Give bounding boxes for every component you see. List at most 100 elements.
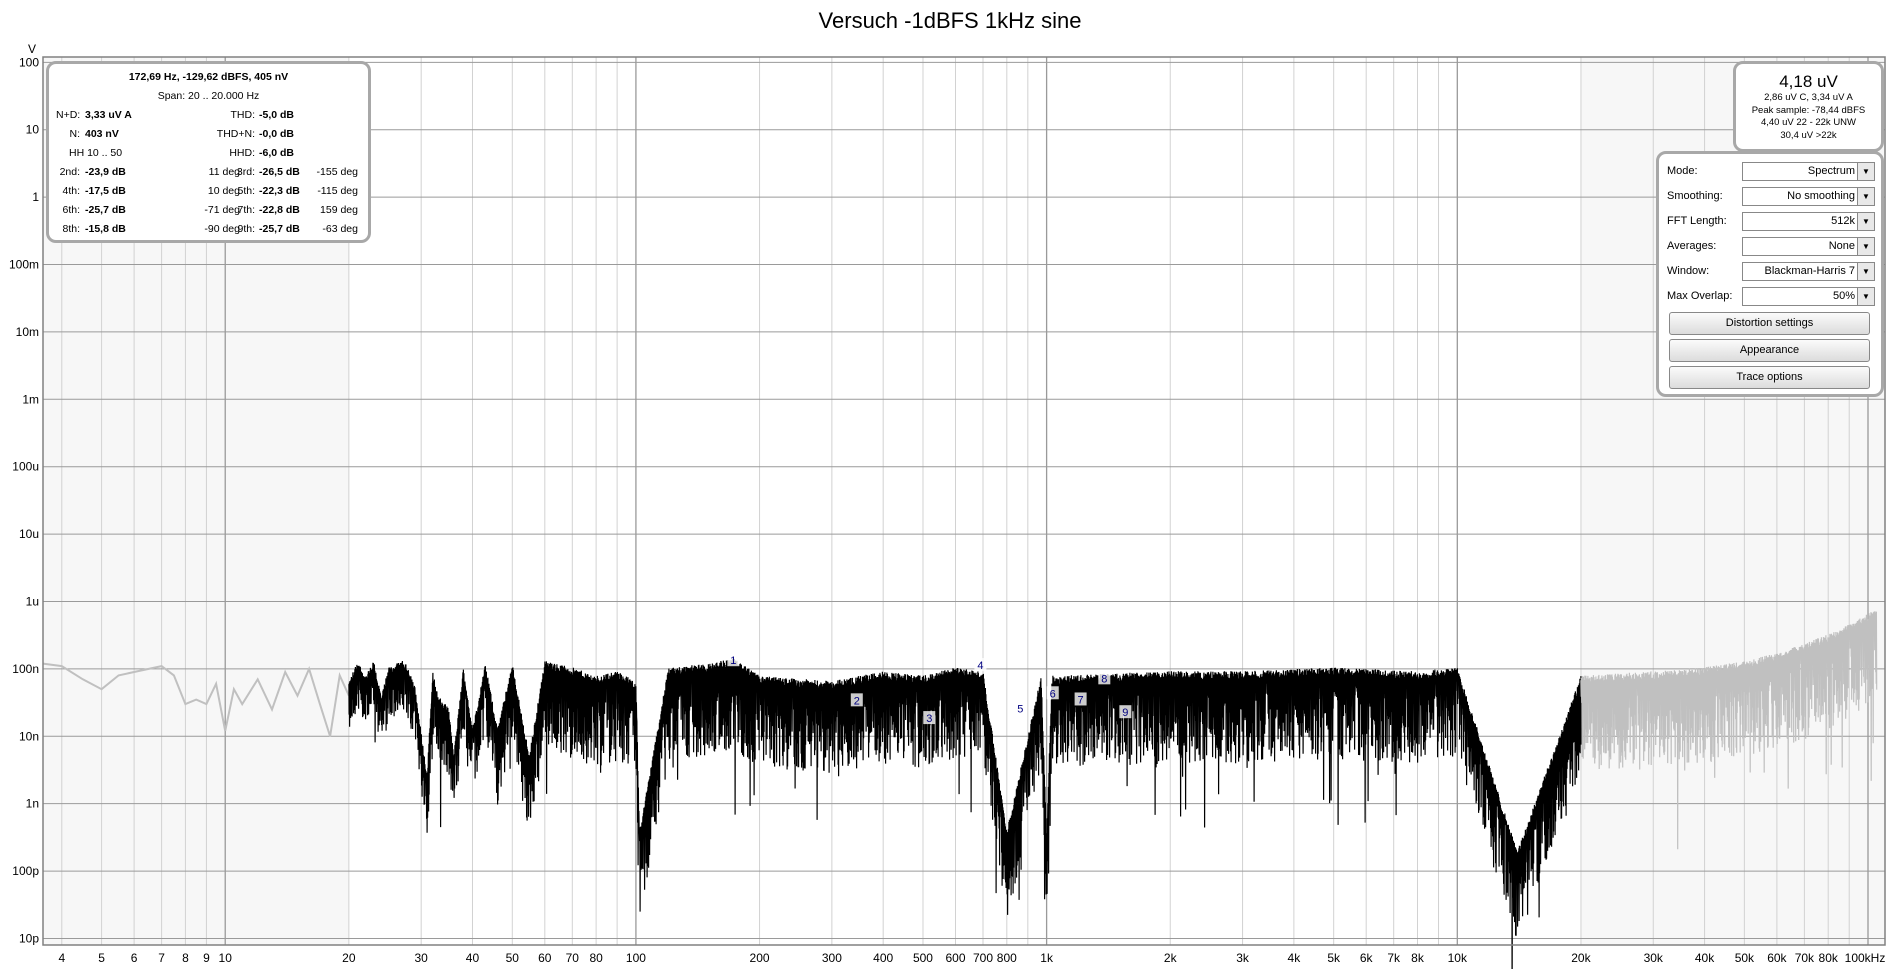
fft-length-select[interactable]: 512k ▼	[1742, 212, 1875, 231]
hh-label: HH 10 .. 50	[69, 147, 123, 159]
x-tick-label: 30k	[1644, 951, 1664, 965]
x-tick-label: 8	[182, 951, 189, 965]
harmonic-label: 7th:	[237, 204, 255, 216]
mode-select[interactable]: Spectrum ▼	[1742, 162, 1875, 181]
max-overlap-select[interactable]: 50% ▼	[1742, 287, 1875, 306]
x-tick-label: 7k	[1387, 951, 1401, 965]
span-readout: Span: 20 .. 20.000 Hz	[157, 90, 260, 102]
fft-length-label: FFT Length:	[1667, 215, 1727, 227]
x-tick-label: 70	[566, 951, 580, 965]
cursor-readout: 172,69 Hz, -129,62 dBFS, 405 nV	[128, 71, 289, 83]
x-tick-label: 60	[538, 951, 552, 965]
harmonic-marker-label: 8	[1101, 673, 1107, 685]
x-tick-label: 50	[506, 951, 520, 965]
chevron-down-icon[interactable]: ▼	[1857, 188, 1874, 205]
window-control: Window: Blackman-Harris 7 ▼	[1667, 261, 1877, 281]
harmonic-marker: 4	[974, 658, 987, 672]
harmonic-value: -22,3 dB	[259, 185, 300, 197]
smoothing-label: Smoothing:	[1667, 190, 1723, 202]
harmonic-marker-label: 3	[926, 713, 932, 725]
appearance-button[interactable]: Appearance	[1669, 339, 1870, 362]
harmonic-label: 3rd:	[236, 166, 255, 178]
harmonic-label: 6th:	[62, 204, 80, 216]
mode-label: Mode:	[1667, 165, 1698, 177]
harmonic-marker: 5	[1014, 701, 1027, 715]
chevron-down-icon[interactable]: ▼	[1857, 263, 1874, 280]
harmonic-phase: -115 deg	[317, 185, 358, 197]
harmonic-value: -17,5 dB	[85, 185, 126, 197]
x-tick-label: 50k	[1735, 951, 1755, 965]
x-tick-label: 7	[158, 951, 165, 965]
x-tick-label: 5	[98, 951, 105, 965]
chevron-down-icon[interactable]: ▼	[1857, 163, 1874, 180]
y-tick-label: 10	[26, 123, 40, 137]
max-overlap-control: Max Overlap: 50% ▼	[1667, 286, 1877, 306]
x-tick-label: 20k	[1571, 951, 1591, 965]
y-tick-label: 100u	[12, 460, 39, 474]
smoothing-value: No smoothing	[1787, 190, 1855, 202]
y-tick-label: 100	[19, 55, 39, 69]
harmonic-marker: 8	[1098, 671, 1111, 685]
level-peak-sample: Peak sample: -78,44 dBFS	[1751, 104, 1866, 116]
max-overlap-label: Max Overlap:	[1667, 290, 1733, 302]
harmonic-value: -25,7 dB	[259, 223, 300, 235]
level-readout-panel: 4,18 uV 2,86 uV C, 3,34 uV A Peak sample…	[1733, 61, 1884, 152]
thd-value: -5,0 dB	[259, 109, 295, 121]
n-value: 403 nV	[85, 128, 119, 140]
harmonic-marker: 6	[1046, 686, 1059, 700]
y-tick-label: 1	[32, 190, 39, 204]
chevron-down-icon[interactable]: ▼	[1857, 213, 1874, 230]
harmonic-value: -25,7 dB	[85, 204, 126, 216]
window-label: Window:	[1667, 265, 1710, 277]
distortion-stats-panel: 172,69 Hz, -129,62 dBFS, 405 nV Span: 20…	[46, 61, 371, 243]
harmonic-label: 9th:	[237, 223, 255, 235]
chevron-down-icon[interactable]: ▼	[1857, 238, 1874, 255]
trace-options-button[interactable]: Trace options	[1669, 366, 1870, 389]
fft-length-control: FFT Length: 512k ▼	[1667, 211, 1877, 231]
x-tick-label: 4k	[1288, 951, 1302, 965]
y-tick-label: 100n	[12, 662, 39, 676]
level-main-value: 4,18 uV	[1779, 72, 1838, 91]
x-tick-label: 100	[626, 951, 646, 965]
y-tick-label: 100p	[12, 864, 39, 878]
x-tick-label: 40k	[1695, 951, 1715, 965]
y-tick-label: 10m	[16, 325, 39, 339]
harmonic-value: -15,8 dB	[85, 223, 126, 235]
chevron-down-icon[interactable]: ▼	[1857, 288, 1874, 305]
averages-label: Averages:	[1667, 240, 1717, 252]
distortion-settings-button[interactable]: Distortion settings	[1669, 312, 1870, 335]
y-tick-label: 10u	[19, 527, 39, 541]
x-tick-label: 100kHz	[1845, 951, 1886, 965]
mode-control: Mode: Spectrum ▼	[1667, 161, 1877, 181]
y-tick-label: 1m	[22, 392, 39, 406]
averages-select[interactable]: None ▼	[1742, 237, 1875, 256]
x-tick-label: 10	[219, 951, 233, 965]
harmonic-value: -22,8 dB	[259, 204, 300, 216]
x-tick-label: 10k	[1448, 951, 1468, 965]
x-tick-label: 70k	[1795, 951, 1815, 965]
x-tick-label: 30	[414, 951, 428, 965]
averages-control: Averages: None ▼	[1667, 236, 1877, 256]
x-tick-label: 80	[589, 951, 603, 965]
smoothing-select[interactable]: No smoothing ▼	[1742, 187, 1875, 206]
harmonic-marker-label: 4	[977, 660, 983, 672]
nd-label: N+D:	[56, 109, 81, 121]
harmonic-marker-label: 7	[1078, 694, 1084, 706]
y-axis-label: V	[28, 42, 36, 56]
harmonic-phase: -155 deg	[316, 166, 358, 178]
y-tick-label: 10n	[19, 729, 39, 743]
thdn-value: -0,0 dB	[259, 128, 295, 140]
x-tick-label: 2k	[1164, 951, 1178, 965]
x-tick-label: 3k	[1236, 951, 1250, 965]
x-tick-label: 8k	[1411, 951, 1425, 965]
fft-length-value: 512k	[1831, 215, 1855, 227]
harmonic-label: 5th:	[237, 185, 255, 197]
y-tick-label: 10p	[19, 931, 39, 945]
window-select[interactable]: Blackman-Harris 7 ▼	[1742, 262, 1875, 281]
harmonic-marker: 7	[1074, 692, 1087, 706]
x-tick-label: 200	[750, 951, 770, 965]
x-tick-label: 60k	[1767, 951, 1787, 965]
window-value: Blackman-Harris 7	[1764, 265, 1855, 277]
harmonic-marker-label: 9	[1122, 707, 1128, 719]
x-tick-label: 500	[913, 951, 933, 965]
